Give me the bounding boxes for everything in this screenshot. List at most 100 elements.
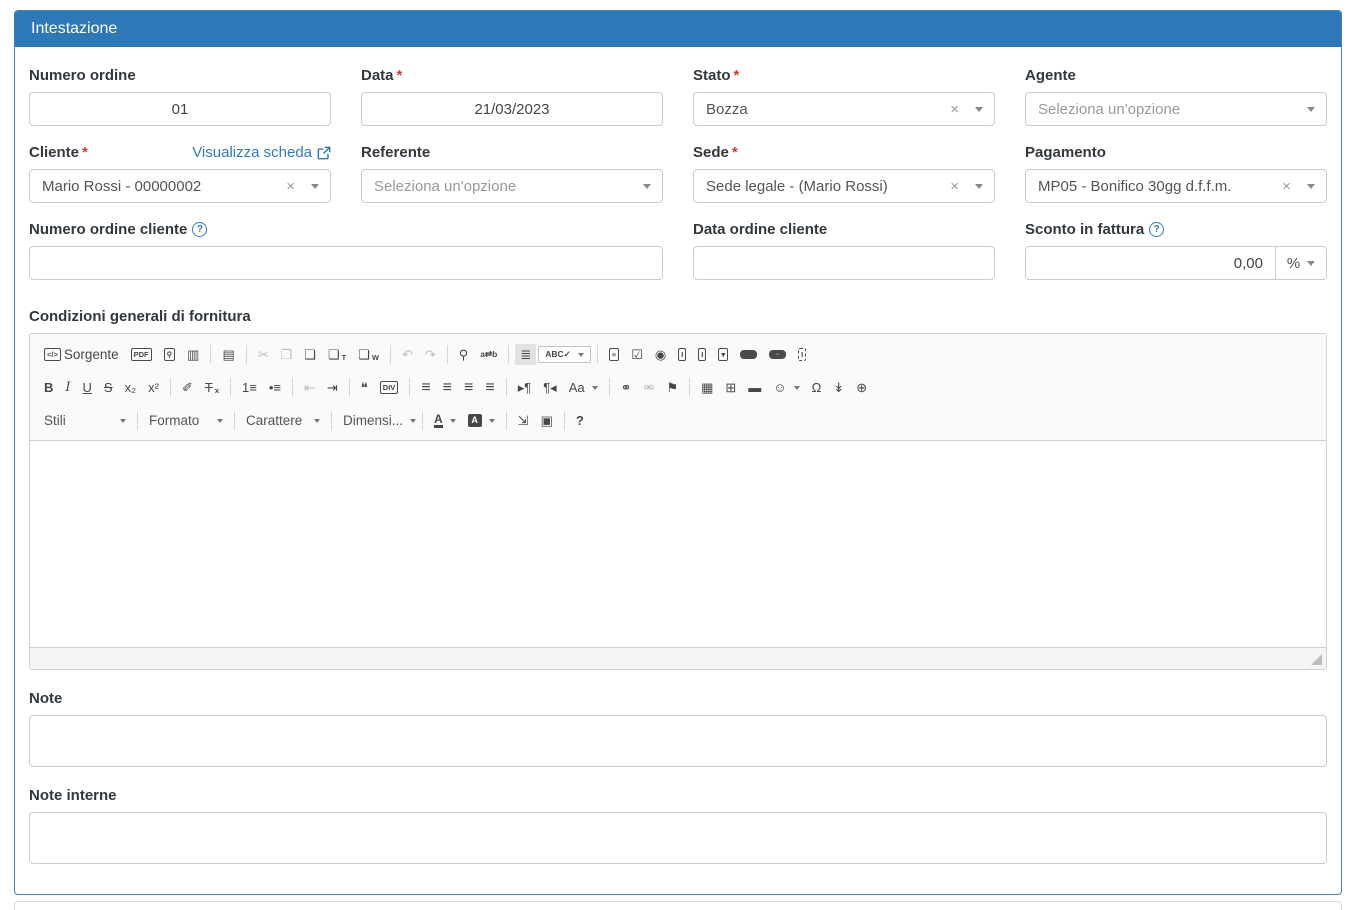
- preview-icon: ⚲: [164, 348, 176, 362]
- subscript-button[interactable]: x₂: [120, 377, 142, 398]
- div-container-button[interactable]: DIV: [375, 377, 404, 399]
- help-icon[interactable]: ?: [1149, 222, 1164, 237]
- image-button[interactable]: ▦: [696, 377, 718, 398]
- data-input[interactable]: [361, 92, 663, 126]
- bg-color-button[interactable]: A: [463, 410, 500, 431]
- required-marker: *: [732, 144, 738, 161]
- link-button[interactable]: ⚭: [616, 377, 637, 398]
- paste-word-button[interactable]: ❏W: [353, 344, 384, 365]
- resize-handle-icon[interactable]: [1311, 654, 1322, 665]
- editor-content-area[interactable]: [30, 441, 1326, 647]
- visualizza-scheda-link[interactable]: Visualizza scheda: [192, 144, 331, 161]
- superscript-button[interactable]: x²: [143, 377, 164, 398]
- strikethrough-button[interactable]: S: [99, 377, 118, 398]
- bidi-rtl-button[interactable]: ¶◂: [538, 377, 562, 398]
- clear-icon[interactable]: ×: [950, 179, 959, 194]
- select-all-button[interactable]: ≣: [515, 344, 536, 365]
- show-blocks-button[interactable]: ▣: [536, 410, 558, 431]
- note-textarea[interactable]: [29, 715, 1327, 767]
- textarea-icon: I: [698, 348, 706, 362]
- chevron-down-icon: [975, 184, 983, 189]
- align-left-button[interactable]: ≡: [416, 376, 435, 400]
- sconto-unit-select[interactable]: %: [1275, 246, 1327, 280]
- maximize-button[interactable]: ⇲: [513, 410, 534, 431]
- clear-icon[interactable]: ×: [286, 179, 295, 194]
- sconto-in-fattura-input[interactable]: [1025, 246, 1275, 280]
- spellcheck-button[interactable]: ABC✓: [538, 346, 591, 363]
- page-break-button[interactable]: ↡: [828, 377, 849, 398]
- required-marker: *: [397, 67, 403, 84]
- remove-format-button[interactable]: Tx: [200, 377, 224, 398]
- stato-select[interactable]: Bozza ×: [693, 92, 995, 126]
- format-dropdown[interactable]: Formato: [144, 409, 228, 432]
- horizontal-rule-button[interactable]: ▬: [743, 377, 766, 398]
- numbered-list-button[interactable]: 1≡: [237, 377, 262, 398]
- image-button-button[interactable]: ∙∙: [764, 346, 791, 363]
- language-button[interactable]: Aa: [564, 377, 603, 398]
- spellcheck-icon: ABC✓: [545, 350, 571, 359]
- iframe-button[interactable]: ⊕: [851, 377, 872, 398]
- smiley-button[interactable]: ☺: [768, 377, 804, 398]
- bulleted-list-button[interactable]: •≡: [264, 377, 286, 398]
- table-button[interactable]: ⊞: [720, 377, 741, 398]
- numero-ordine-input[interactable]: [29, 92, 331, 126]
- align-justify-button[interactable]: ≡: [480, 376, 499, 400]
- agente-select[interactable]: Seleziona un'opzione: [1025, 92, 1327, 126]
- referente-select[interactable]: Seleziona un'opzione: [361, 169, 663, 203]
- form-button[interactable]: ≡: [604, 344, 624, 366]
- export-pdf-button[interactable]: PDF: [126, 344, 157, 366]
- pagamento-label: Pagamento: [1025, 144, 1106, 161]
- sconto-unit-label: %: [1287, 255, 1300, 272]
- underline-button[interactable]: U: [78, 377, 97, 398]
- checkbox-button[interactable]: ☑: [626, 344, 648, 365]
- cliente-select[interactable]: Mario Rossi - 00000002 ×: [29, 169, 331, 203]
- cut-icon: ✂: [258, 348, 269, 361]
- toolbar-separator: [422, 411, 423, 430]
- paste-button[interactable]: ❏: [299, 344, 321, 365]
- sede-select[interactable]: Sede legale - (Mario Rossi) ×: [693, 169, 995, 203]
- copy-formatting-button[interactable]: ✐: [177, 377, 198, 398]
- find-button[interactable]: ⚲: [454, 344, 474, 365]
- bold-button[interactable]: B: [39, 377, 58, 398]
- select-field-button[interactable]: ▾: [713, 344, 733, 366]
- text-field-button[interactable]: I: [673, 344, 691, 366]
- radio-button[interactable]: ◉: [650, 344, 671, 365]
- note-interne-textarea[interactable]: [29, 812, 1327, 864]
- anchor-button[interactable]: ⚑: [661, 377, 683, 398]
- data-ordine-cliente-input[interactable]: [693, 246, 995, 280]
- about-button[interactable]: ?: [571, 410, 589, 431]
- chevron-down-icon: [643, 184, 651, 189]
- font-dropdown[interactable]: Carattere: [241, 409, 325, 432]
- italic-button[interactable]: I: [60, 377, 75, 398]
- textarea-button[interactable]: I: [693, 344, 711, 366]
- preview-button[interactable]: ⚲: [159, 344, 181, 366]
- clear-icon[interactable]: ×: [1282, 179, 1291, 194]
- text-color-button[interactable]: A: [429, 409, 461, 432]
- templates-button[interactable]: ▤: [217, 344, 239, 365]
- replace-button[interactable]: a⇄b: [475, 346, 502, 363]
- align-center-button[interactable]: ≡: [438, 376, 457, 400]
- clear-icon[interactable]: ×: [950, 102, 959, 117]
- help-icon[interactable]: ?: [192, 222, 207, 237]
- indent-button[interactable]: ⇥: [322, 377, 343, 398]
- special-char-button[interactable]: Ω: [807, 377, 827, 398]
- field-sconto-in-fattura: Sconto in fattura? %: [1025, 221, 1327, 280]
- print-button[interactable]: ▥: [182, 344, 204, 365]
- source-button[interactable]: </>Sorgente: [39, 343, 124, 366]
- format-label: Formato: [149, 413, 199, 428]
- indent-icon: ⇥: [327, 381, 338, 394]
- paste-text-button[interactable]: ❏T: [323, 344, 351, 365]
- paste-text-icon: ❏: [328, 348, 340, 361]
- hidden-field-button[interactable]: I: [793, 344, 811, 366]
- toolbar-separator: [137, 411, 138, 430]
- align-right-button[interactable]: ≡: [459, 376, 478, 400]
- button-field-button[interactable]: [735, 346, 762, 363]
- font-size-dropdown[interactable]: Dimensi...: [338, 409, 416, 432]
- bidi-ltr-button[interactable]: ▸¶: [513, 377, 537, 398]
- styles-dropdown[interactable]: Stili: [39, 409, 131, 432]
- outdent-button: ⇤: [299, 377, 320, 398]
- numero-ordine-cliente-input[interactable]: [29, 246, 663, 280]
- pagamento-select[interactable]: MP05 - Bonifico 30gg d.f.f.m. ×: [1025, 169, 1327, 203]
- blockquote-button[interactable]: ❝: [356, 377, 373, 398]
- required-marker: *: [82, 144, 88, 161]
